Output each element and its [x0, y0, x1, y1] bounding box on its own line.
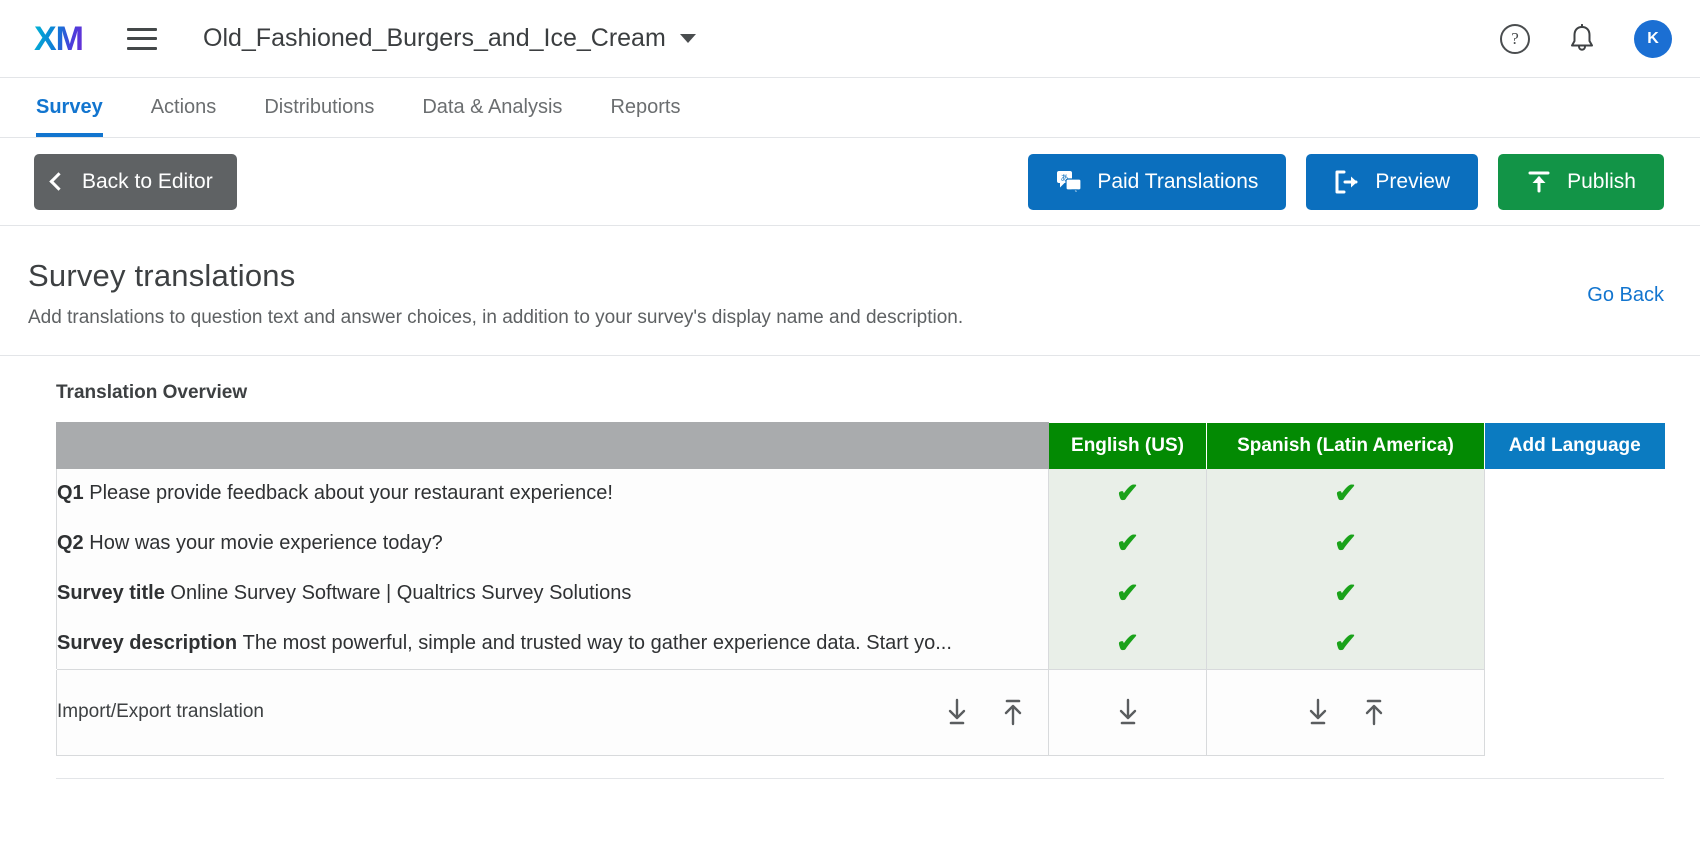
cell-q2-english[interactable]: ✔	[1048, 518, 1207, 569]
import-export-row: Import/Export translation	[56, 669, 1665, 756]
preview-button[interactable]: Preview	[1306, 153, 1479, 210]
row-text: Online Survey Software | Qualtrics Surve…	[170, 582, 632, 604]
row-key: Q1	[57, 482, 90, 505]
import-export-label: Import/Export translation	[57, 701, 264, 723]
section-title: Translation Overview	[56, 382, 248, 403]
check-icon: ✔	[1116, 478, 1139, 508]
download-icon[interactable]	[944, 697, 970, 727]
upload-publish-icon	[1528, 171, 1550, 192]
top-bar-right: ? K	[1500, 19, 1672, 58]
back-to-editor-button[interactable]: Back to Editor	[34, 153, 237, 210]
tab-actions[interactable]: Actions	[151, 96, 217, 137]
translation-overview-table: English (US) Spanish (Latin America) Add…	[56, 422, 1665, 756]
add-language-button[interactable]: Add Language	[1484, 422, 1665, 469]
table-row[interactable]: Q1 Please provide feedback about your re…	[56, 468, 1665, 519]
cell-survey-description-empty	[1484, 618, 1665, 669]
row-label-q1: Q1 Please provide feedback about your re…	[56, 468, 1049, 519]
preview-export-icon	[1335, 170, 1358, 193]
cell-survey-title-spanish[interactable]: ✔	[1206, 568, 1485, 619]
table-row[interactable]: Survey description The most powerful, si…	[56, 618, 1665, 669]
row-key: Q2	[57, 532, 90, 554]
chevron-left-icon	[49, 172, 68, 191]
user-avatar[interactable]: K	[1634, 19, 1672, 58]
tab-data-analysis[interactable]: Data & Analysis	[422, 96, 562, 137]
back-to-editor-label: Back to Editor	[82, 169, 213, 193]
import-export-spanish-cell	[1206, 669, 1485, 756]
import-export-english-cell	[1048, 669, 1207, 756]
english-io-icons	[1049, 697, 1206, 727]
paid-translations-label: Paid Translations	[1097, 169, 1259, 193]
paid-translations-button[interactable]: あ Paid Translations	[1028, 153, 1287, 210]
page-header-text: Survey translations Add translations to …	[28, 258, 963, 329]
publish-button[interactable]: Publish	[1498, 153, 1664, 210]
row-key: Survey description	[57, 632, 243, 654]
table-header-blank	[56, 422, 1049, 469]
cell-q2-empty	[1484, 518, 1665, 569]
table-row[interactable]: Survey title Online Survey Software | Qu…	[56, 568, 1665, 619]
table-header-english-us: English (US)	[1048, 422, 1207, 469]
preview-label: Preview	[1375, 169, 1451, 193]
tab-distributions[interactable]: Distributions	[264, 96, 374, 137]
page-title: Survey translations	[28, 258, 296, 293]
cell-q1-english[interactable]: ✔	[1048, 468, 1207, 519]
row-label-q2: Q2 How was your movie experience today?	[56, 518, 1049, 569]
notifications-bell-icon[interactable]	[1568, 23, 1596, 54]
row-text: The most powerful, simple and trusted wa…	[242, 632, 952, 654]
primary-nav-tabs: Survey Actions Distributions Data & Anal…	[0, 78, 1700, 138]
bottom-divider	[56, 778, 1664, 779]
cell-q1-empty	[1484, 468, 1665, 519]
upload-icon[interactable]	[1361, 697, 1387, 727]
action-bar-right: あ Paid Translations Preview Publish	[1028, 153, 1664, 210]
row-text: Please provide feedback about your resta…	[89, 482, 613, 505]
row-label-survey-title: Survey title Online Survey Software | Qu…	[56, 568, 1049, 619]
table-header-spanish-latin-america: Spanish (Latin America)	[1206, 422, 1485, 469]
tab-reports[interactable]: Reports	[610, 96, 680, 137]
upload-icon[interactable]	[1000, 697, 1026, 727]
check-icon: ✔	[1116, 578, 1139, 608]
tab-survey[interactable]: Survey	[36, 96, 103, 137]
help-glyph: ?	[1511, 28, 1519, 48]
cell-survey-title-empty	[1484, 568, 1665, 619]
table-header-row: English (US) Spanish (Latin America) Add…	[56, 422, 1665, 469]
row-text: How was your movie experience today?	[89, 532, 443, 554]
hamburger-icon[interactable]	[127, 27, 157, 50]
action-bar: Back to Editor あ Paid Translations Previ…	[0, 138, 1700, 226]
row-label-survey-description: Survey description The most powerful, si…	[56, 618, 1049, 669]
row-key: Survey title	[57, 582, 171, 604]
download-icon[interactable]	[1115, 697, 1141, 727]
cell-survey-title-english[interactable]: ✔	[1048, 568, 1207, 619]
page-description: Add translations to question text and an…	[28, 307, 964, 328]
go-back-link[interactable]: Go Back	[1587, 258, 1664, 307]
avatar-initial: K	[1647, 29, 1659, 47]
xm-logo: XM	[34, 19, 84, 58]
survey-name-label: Old_Fashioned_Burgers_and_Ice_Cream	[203, 24, 666, 52]
translation-bubble-icon: あ	[1057, 170, 1082, 194]
check-icon: ✔	[1334, 528, 1357, 558]
check-icon: ✔	[1116, 628, 1139, 658]
translation-overview-section: Translation Overview English (US) Spanis…	[0, 356, 1700, 779]
cell-q2-spanish[interactable]: ✔	[1206, 518, 1485, 569]
import-export-label-cell: Import/Export translation	[56, 669, 1049, 756]
publish-label: Publish	[1567, 169, 1636, 193]
cell-survey-description-english[interactable]: ✔	[1048, 618, 1207, 669]
help-icon[interactable]: ?	[1500, 23, 1530, 54]
cell-survey-description-spanish[interactable]: ✔	[1206, 618, 1485, 669]
import-export-empty-cell	[1484, 669, 1665, 756]
cell-q1-spanish[interactable]: ✔	[1206, 468, 1485, 519]
check-icon: ✔	[1334, 478, 1357, 508]
check-icon: ✔	[1334, 628, 1357, 658]
check-icon: ✔	[1116, 528, 1139, 558]
survey-name-dropdown[interactable]: Old_Fashioned_Burgers_and_Ice_Cream	[203, 24, 696, 53]
page-header: Survey translations Add translations to …	[0, 226, 1700, 356]
spanish-io-icons	[1207, 697, 1484, 727]
chevron-down-icon	[679, 34, 696, 43]
download-icon[interactable]	[1305, 697, 1331, 727]
table-row[interactable]: Q2 How was your movie experience today? …	[56, 518, 1665, 569]
import-export-all-icons	[944, 697, 1048, 727]
check-icon: ✔	[1334, 578, 1357, 608]
top-bar: XM Old_Fashioned_Burgers_and_Ice_Cream ?…	[0, 0, 1700, 78]
